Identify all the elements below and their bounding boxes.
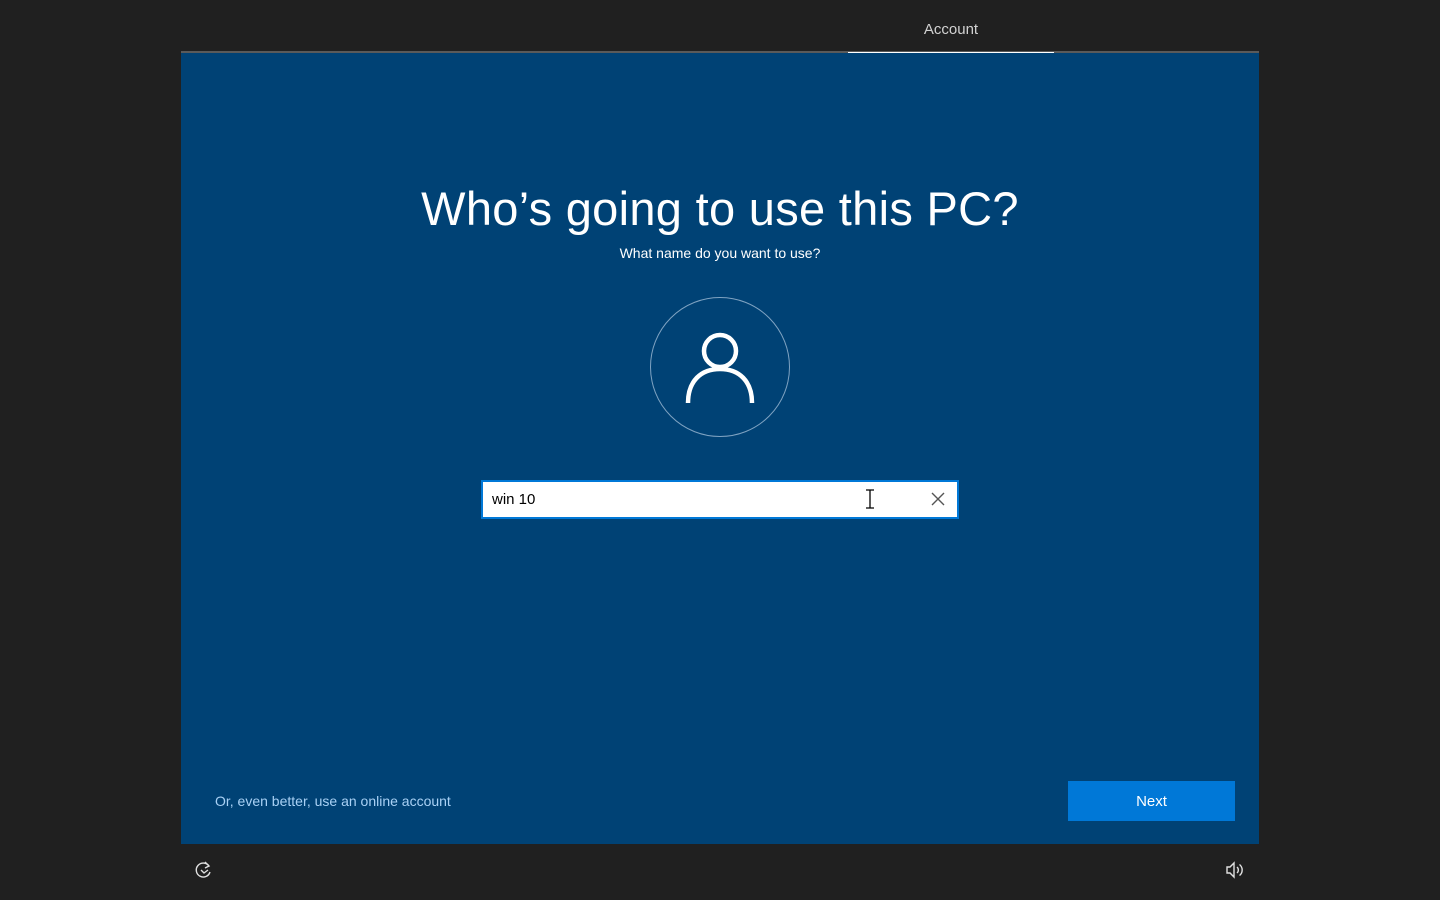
step-tab-label: Account <box>923 21 979 38</box>
text-cursor-icon <box>866 489 874 509</box>
ease-of-access-icon[interactable] <box>194 860 214 880</box>
account-panel: Who’s going to use this PC? What name do… <box>181 53 1259 844</box>
page-title: Who’s going to use this PC? <box>421 182 1019 235</box>
oobe-screen: Account Who’s going to use this PC? What… <box>0 0 1440 900</box>
avatar <box>650 297 790 437</box>
clear-text-button[interactable] <box>925 486 951 512</box>
name-field <box>481 480 959 519</box>
online-account-link[interactable]: Or, even better, use an online account <box>215 793 451 809</box>
page-subtitle: What name do you want to use? <box>619 245 821 261</box>
step-tab-account: Account <box>848 0 1054 54</box>
next-button[interactable]: Next <box>1068 781 1235 821</box>
name-input[interactable] <box>483 482 903 517</box>
user-icon <box>685 332 755 404</box>
volume-icon[interactable] <box>1224 860 1244 880</box>
close-icon <box>931 492 945 506</box>
